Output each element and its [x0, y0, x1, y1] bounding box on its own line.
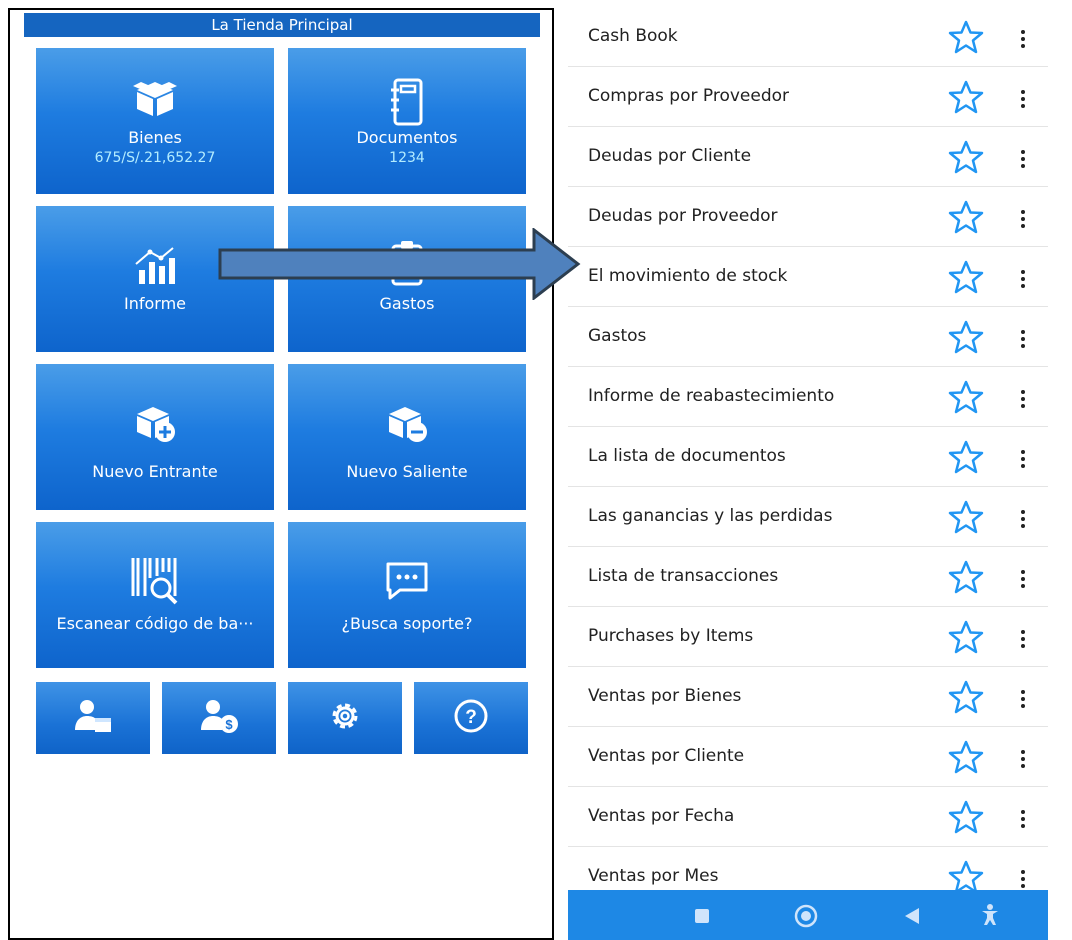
tile-title: Documentos [356, 128, 458, 147]
star-icon[interactable] [948, 380, 984, 418]
more-options-icon[interactable] [1020, 747, 1026, 771]
more-options-icon[interactable] [1020, 507, 1026, 531]
tile-title: Bienes [128, 128, 182, 147]
more-options-icon[interactable] [1020, 867, 1026, 891]
help-button[interactable]: ? [414, 682, 528, 754]
report-row[interactable]: Lista de transacciones [568, 548, 1048, 607]
more-options-icon[interactable] [1020, 447, 1026, 471]
main-menu-panel: La Tienda Principal Bienes 675/S/.21,652… [8, 8, 554, 940]
star-icon[interactable] [948, 80, 984, 118]
chat-icon [288, 560, 526, 608]
report-row[interactable]: Ventas por Fecha [568, 788, 1048, 847]
star-icon[interactable] [948, 260, 984, 298]
notebook-icon [288, 78, 526, 126]
tile-title: Nuevo Saliente [346, 462, 468, 481]
home-circle-icon[interactable] [794, 904, 818, 932]
report-label: Deudas por Proveedor [588, 206, 778, 226]
report-row[interactable]: Ventas por Cliente [568, 728, 1048, 787]
more-options-icon[interactable] [1020, 687, 1026, 711]
report-row[interactable]: Deudas por Cliente [568, 128, 1048, 187]
star-icon[interactable] [948, 560, 984, 598]
supplier-icon [73, 698, 113, 738]
star-icon[interactable] [948, 20, 984, 58]
report-row[interactable]: El movimiento de stock [568, 248, 1048, 307]
store-name-bar[interactable]: La Tienda Principal [24, 13, 540, 37]
more-options-icon[interactable] [1020, 387, 1026, 411]
report-label: Las ganancias y las perdidas [588, 506, 833, 526]
star-icon[interactable] [948, 680, 984, 718]
system-navigation-bar [568, 890, 1048, 940]
report-label: Ventas por Mes [588, 866, 719, 886]
report-row[interactable]: Ventas por Bienes [568, 668, 1048, 727]
more-options-icon[interactable] [1020, 207, 1026, 231]
more-options-icon[interactable] [1020, 807, 1026, 831]
more-options-icon[interactable] [1020, 27, 1026, 51]
report-row[interactable]: La lista de documentos [568, 428, 1048, 487]
report-row[interactable]: Purchases by Items [568, 608, 1048, 667]
more-options-icon[interactable] [1020, 327, 1026, 351]
star-icon[interactable] [948, 320, 984, 358]
report-row[interactable]: Compras por Proveedor [568, 68, 1048, 127]
pointer-arrow [218, 226, 582, 304]
report-label: Deudas por Cliente [588, 146, 752, 166]
report-row[interactable]: Deudas por Proveedor [568, 188, 1048, 247]
customers-button[interactable]: $ [162, 682, 276, 754]
more-options-icon[interactable] [1020, 567, 1026, 591]
reports-panel: Cash Book Compras por Proveedor Deudas p… [552, 8, 1068, 940]
report-label: Ventas por Fecha [588, 806, 735, 826]
tile-title: ¿Busca soporte? [341, 614, 473, 633]
suppliers-button[interactable] [36, 682, 150, 754]
tile-busca-soporte[interactable]: ¿Busca soporte? [288, 522, 526, 668]
box-remove-icon [288, 404, 526, 452]
tile-subtitle: 1234 [389, 150, 425, 166]
report-row[interactable]: Cash Book [568, 8, 1048, 67]
barcode-scan-icon [36, 554, 274, 605]
report-label: Lista de transacciones [588, 566, 779, 586]
tile-title: Nuevo Entrante [92, 462, 218, 481]
star-icon[interactable] [948, 200, 984, 238]
star-icon[interactable] [948, 500, 984, 538]
tile-title: Escanear código de ba··· [56, 614, 254, 633]
star-icon[interactable] [948, 620, 984, 658]
help-icon: ? [453, 698, 489, 738]
report-label: Compras por Proveedor [588, 86, 790, 106]
tile-escanear[interactable]: Escanear código de ba··· [36, 522, 274, 668]
svg-text:?: ? [465, 707, 477, 728]
more-options-icon[interactable] [1020, 87, 1026, 111]
star-icon[interactable] [948, 140, 984, 178]
tile-documentos[interactable]: Documentos 1234 [288, 48, 526, 194]
report-label: Cash Book [588, 26, 678, 46]
star-icon[interactable] [948, 440, 984, 478]
report-label: La lista de documentos [588, 446, 786, 466]
star-icon[interactable] [948, 800, 984, 838]
svg-text:$: $ [225, 717, 233, 732]
more-options-icon[interactable] [1020, 627, 1026, 651]
tile-nuevo-entrante[interactable]: Nuevo Entrante [36, 364, 274, 510]
report-label: Informe de reabastecimiento [588, 386, 835, 406]
report-row[interactable]: Gastos [568, 308, 1048, 367]
report-label: Gastos [588, 326, 647, 346]
report-row[interactable]: Las ganancias y las perdidas [568, 488, 1048, 547]
more-options-icon[interactable] [1020, 267, 1026, 291]
report-label: Ventas por Bienes [588, 686, 742, 706]
tile-subtitle: 675/S/.21,652.27 [94, 150, 216, 166]
box-add-icon [36, 404, 274, 452]
report-row[interactable]: Informe de reabastecimiento [568, 368, 1048, 427]
customer-money-icon: $ [199, 698, 239, 738]
back-triangle-icon[interactable] [904, 907, 920, 929]
settings-button[interactable] [288, 682, 402, 754]
square-icon[interactable] [694, 908, 710, 928]
accessibility-icon[interactable] [980, 904, 1000, 930]
report-label: Ventas por Cliente [588, 746, 745, 766]
report-label: El movimiento de stock [588, 266, 788, 286]
box-icon [36, 78, 274, 126]
report-label: Purchases by Items [588, 626, 754, 646]
tile-nuevo-saliente[interactable]: Nuevo Saliente [288, 364, 526, 510]
gear-icon [327, 698, 363, 738]
tile-bienes[interactable]: Bienes 675/S/.21,652.27 [36, 48, 274, 194]
more-options-icon[interactable] [1020, 147, 1026, 171]
star-icon[interactable] [948, 740, 984, 778]
